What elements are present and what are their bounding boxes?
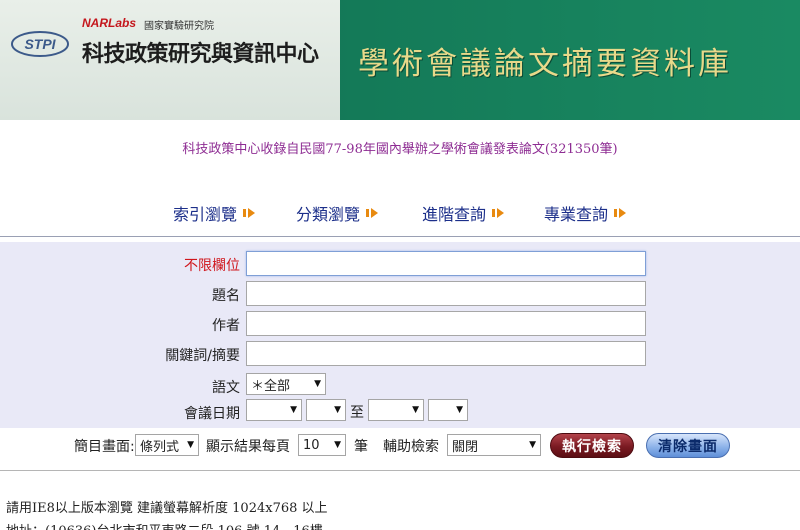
nav-label: 索引瀏覽 [173, 205, 238, 224]
browser-note: 請用IE8以上版本瀏覽 建議螢幕解析度 1024x768 以上 [6, 501, 328, 516]
per-page-selected: 10 [303, 437, 320, 453]
stpi-logo-text: STPI [24, 36, 56, 52]
author-label: 作者 [212, 318, 240, 334]
nav-advanced-search[interactable]: 進階查詢 [422, 201, 505, 225]
field-row-title: 題名 [0, 281, 800, 307]
logo-area: STPI NARLabs 國家實驗研究院 科技政策研究與資訊中心 [0, 0, 340, 120]
play-arrow-icon [243, 208, 256, 218]
nav-label: 分類瀏覽 [296, 205, 361, 224]
site-banner: STPI NARLabs 國家實驗研究院 科技政策研究與資訊中心 學術會議論文摘… [0, 0, 800, 120]
field-row-any: 不限欄位 [0, 251, 800, 277]
date-to-year-select[interactable]: ▼ [368, 399, 424, 421]
nav-index-browse[interactable]: 索引瀏覽 [173, 201, 256, 225]
address-text: 地址：(10636)台北市和平東路二段 106 號 14、16樓 [6, 520, 323, 530]
title-input[interactable] [246, 281, 646, 306]
language-label: 語文 [212, 380, 240, 396]
stpi-logo-icon: STPI [11, 31, 69, 57]
date-row: 會議日期 ▼ ▼ 至 ▼ ▼ [0, 399, 800, 425]
chevron-down-icon: ▼ [334, 405, 341, 415]
chevron-down-icon: ▼ [334, 440, 341, 450]
play-arrow-icon [614, 208, 627, 218]
narlabs-org-name: 國家實驗研究院 [144, 21, 214, 32]
assist-selected: 關閉 [452, 439, 479, 455]
chevron-down-icon: ▼ [456, 405, 463, 415]
nav-expert-search[interactable]: 專業查詢 [544, 201, 627, 225]
keyword-input[interactable] [246, 341, 646, 366]
nav-label: 進階查詢 [422, 205, 487, 224]
collection-note: 科技政策中心收錄自民國77-98年國內舉辦之學術會議發表論文(321350筆) [182, 142, 618, 157]
date-from-month-select[interactable]: ▼ [306, 399, 346, 421]
options-bar: 簡目畫面: 條列式 ▼ 顯示結果每頁 10 ▼ 筆 輔助檢索 關閉 ▼ 執行檢索… [0, 430, 800, 460]
main-nav: 索引瀏覽 分類瀏覽 進階查詢 專業查詢 [0, 201, 800, 225]
narlabs-logo: NARLabs [82, 16, 137, 30]
date-from-year-select[interactable]: ▼ [246, 399, 302, 421]
assist-label: 輔助檢索 [383, 439, 439, 455]
date-to-label: 至 [350, 405, 364, 421]
run-search-button[interactable]: 執行檢索 [550, 433, 634, 458]
play-arrow-icon [366, 208, 379, 218]
chevron-down-icon: ▼ [187, 440, 194, 450]
chevron-down-icon: ▼ [314, 379, 321, 389]
nav-category-browse[interactable]: 分類瀏覽 [296, 201, 379, 225]
per-page-label: 顯示結果每頁 [206, 439, 290, 455]
assist-select[interactable]: 關閉 ▼ [447, 434, 541, 456]
search-panel: 不限欄位 題名 作者 關鍵詞/摘要 語文 ＊全部 ▼ 會議日期 ▼ ▼ 至 ▼ … [0, 242, 800, 428]
keyword-label: 關鍵詞/摘要 [165, 348, 240, 364]
any-field-label: 不限欄位 [184, 258, 240, 274]
chevron-down-icon: ▼ [412, 405, 419, 415]
field-row-keyword: 關鍵詞/摘要 [0, 341, 800, 367]
field-row-author: 作者 [0, 311, 800, 337]
date-label: 會議日期 [184, 406, 240, 422]
brief-view-selected: 條列式 [140, 439, 180, 455]
per-page-unit: 筆 [354, 439, 368, 455]
language-selected: ＊全部 [251, 378, 291, 394]
clear-screen-button[interactable]: 清除畫面 [646, 433, 730, 458]
divider [0, 236, 800, 237]
per-page-select[interactable]: 10 ▼ [298, 434, 346, 456]
title-label: 題名 [212, 288, 240, 304]
date-to-month-select[interactable]: ▼ [428, 399, 468, 421]
author-input[interactable] [246, 311, 646, 336]
nav-label: 專業查詢 [544, 205, 609, 224]
brief-view-select[interactable]: 條列式 ▼ [135, 434, 199, 456]
chevron-down-icon: ▼ [290, 405, 297, 415]
brief-view-label: 簡目畫面: [74, 439, 135, 455]
chevron-down-icon: ▼ [529, 440, 536, 450]
play-arrow-icon [492, 208, 505, 218]
any-field-input[interactable] [246, 251, 646, 276]
database-title: 學術會議論文摘要資料庫 [358, 46, 732, 82]
footer-divider [0, 470, 800, 471]
center-name: 科技政策研究與資訊中心 [82, 41, 319, 67]
language-select[interactable]: ＊全部 ▼ [246, 373, 326, 395]
language-row: 語文 ＊全部 ▼ [0, 373, 800, 399]
